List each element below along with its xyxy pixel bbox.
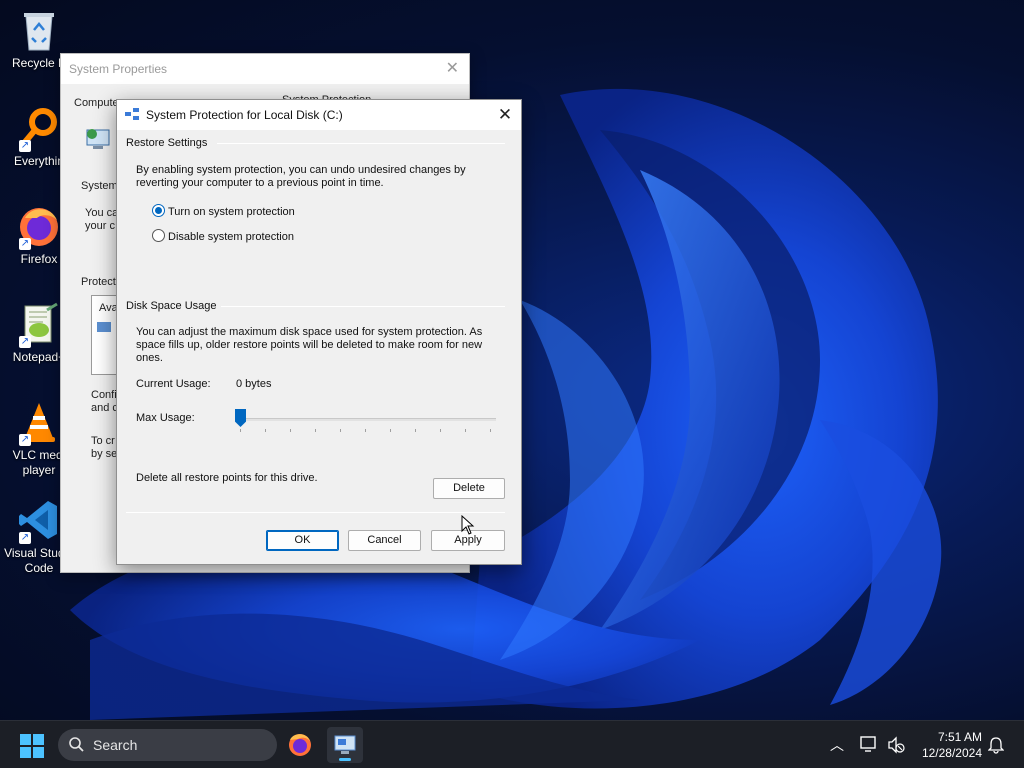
windows-logo-icon-part [33,747,44,758]
chevron-up-icon[interactable]: ︿ [830,735,844,755]
current-usage-label: Current Usage: [136,378,211,390]
delete-button[interactable]: Delete [433,478,505,499]
body-text-2: your c [85,220,115,232]
tab-computer-name[interactable]: Compute [74,97,119,109]
button-divider [126,512,505,513]
protection-label: Protecti [81,276,119,288]
radio-turn-on-protection[interactable]: Turn on system protection [152,204,295,218]
vlc-icon: ↗ [17,400,61,446]
radio-label: Turn on system protection [168,206,295,218]
ok-button[interactable]: OK [266,530,339,551]
radio-button-checked[interactable] [152,204,165,217]
firefox-icon [289,734,311,756]
clock-date: 12/28/2024 [921,746,982,760]
drive-icon [125,108,139,120]
max-usage-label: Max Usage: [136,412,195,424]
create-text-1: To cr [91,435,115,447]
disk-space-description: You can adjust the maximum disk space us… [136,326,483,364]
recycle-bin-icon [17,8,61,52]
windows-logo-icon [20,734,31,745]
body-text-1: You ca [85,207,119,219]
group-divider [217,306,505,307]
taskbar: Search ︿ 7:51 AM 12/28/2024 [0,720,1024,768]
search-placeholder: Search [93,737,138,753]
slider-tick [490,429,491,432]
search-icon [69,737,84,752]
dialog-titlebar[interactable]: System Protection for Local Disk (C:) ✕ [117,100,521,130]
slider-track[interactable] [240,418,496,421]
slider-tick [465,429,466,432]
shortcut-arrow-icon: ↗ [19,336,31,348]
system-label: System [81,180,118,192]
drive-icon [97,322,111,332]
notepad-plus-plus-icon: ↗ [17,302,61,348]
slider-tick [240,429,241,432]
radio-button-unchecked[interactable] [152,229,165,242]
group-divider [217,143,505,144]
configure-text-2: and c [91,402,118,414]
speaker-muted-icon[interactable] [887,736,905,754]
system-clock[interactable]: 7:51 AM 12/28/2024 [922,729,982,761]
computer-icon [83,124,115,156]
shortcut-arrow-icon: ↗ [19,238,31,250]
windows-logo-icon-part [20,747,31,758]
radio-label: Disable system protection [168,231,294,243]
dialog-title: System Protection for Local Disk (C:) [146,108,343,122]
close-icon[interactable]: ✕ [446,58,459,78]
shortcut-arrow-icon: ↗ [19,434,31,446]
firefox-icon: ↗ [17,204,61,250]
slider-tick [290,429,291,432]
active-indicator [339,758,351,761]
system-properties-title: System Properties [69,62,168,76]
slider-tick [440,429,441,432]
slider-tick [265,429,266,432]
notification-bell-icon[interactable] [988,736,1004,754]
slider-tick [390,429,391,432]
system-properties-titlebar[interactable]: System Properties ✕ [61,54,469,84]
network-icon[interactable] [860,736,880,754]
everything-icon: ↗ [17,106,61,152]
start-button[interactable] [20,734,44,758]
slider-tick [365,429,366,432]
disk-space-heading: Disk Space Usage [126,300,221,312]
slider-tick [340,429,341,432]
vscode-icon: ↗ [17,498,61,544]
configure-text-1: Confi [91,389,117,401]
slider-tick [315,429,316,432]
mouse-cursor-icon [461,515,475,535]
restore-settings-description: By enabling system protection, you can u… [136,164,466,189]
system-protection-dialog[interactable]: System Protection for Local Disk (C:) ✕ … [116,99,522,565]
create-text-2: by se [91,448,118,460]
windows-logo-icon-part [33,734,44,745]
radio-disable-protection[interactable]: Disable system protection [152,229,294,243]
available-drives-header: Ava [99,302,118,314]
close-icon[interactable]: ✕ [489,100,521,130]
current-usage-value: 0 bytes [236,378,272,390]
slider-tick [415,429,416,432]
shortcut-arrow-icon: ↗ [19,140,31,152]
max-usage-slider[interactable] [235,409,496,438]
clock-time: 7:51 AM [937,730,982,744]
delete-restore-points-text: Delete all restore points for this drive… [136,472,318,484]
shortcut-arrow-icon: ↗ [19,532,31,544]
taskbar-firefox[interactable] [282,727,318,763]
taskbar-search[interactable]: Search [58,729,277,761]
restore-settings-heading: Restore Settings [126,137,212,149]
taskbar-system-properties[interactable] [327,727,363,763]
cancel-button[interactable]: Cancel [348,530,421,551]
